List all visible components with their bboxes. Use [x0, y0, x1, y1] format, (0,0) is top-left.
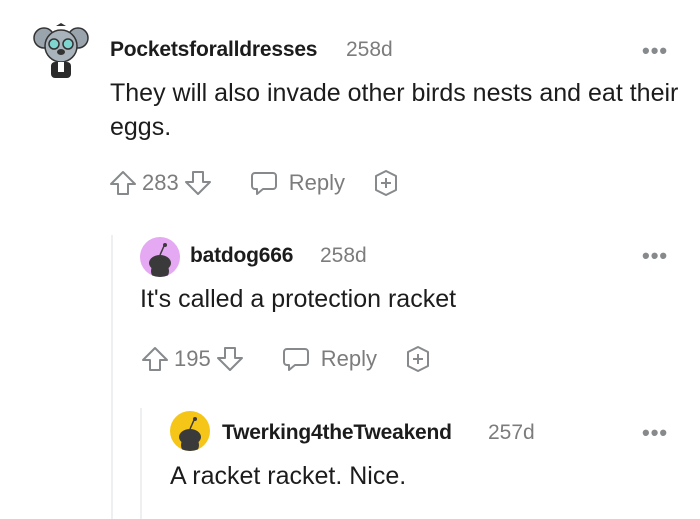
comment-body: They will also invade other birds nests … [110, 79, 679, 141]
snoo-avatar-icon[interactable] [170, 411, 210, 451]
reply-label: Reply [288, 170, 345, 195]
award-icon[interactable] [403, 344, 433, 374]
reply-button[interactable]: Reply [249, 168, 345, 198]
downvote-icon[interactable] [183, 168, 213, 198]
reply-button[interactable]: Reply [281, 344, 377, 374]
vote-score: 283 [142, 170, 179, 195]
reply-bubble-icon [282, 348, 309, 371]
comment-age[interactable]: 257d [488, 421, 535, 445]
snoo-avatar-icon[interactable] [140, 237, 180, 277]
vote-score: 195 [174, 346, 211, 371]
award-icon[interactable] [371, 168, 401, 198]
comment-actions: 195 Reply [140, 344, 433, 374]
koala-avatar-icon[interactable] [32, 22, 90, 80]
comment-body: It's called a protection racket [140, 285, 457, 313]
more-options-button[interactable]: ••• [642, 245, 668, 267]
comment-age[interactable]: 258d [320, 244, 367, 268]
downvote-icon[interactable] [215, 344, 245, 374]
comment-3: Twerking4theTweakend 257d ••• A racket r… [0, 405, 700, 519]
more-options-button[interactable]: ••• [642, 422, 668, 444]
comment-author[interactable]: Pocketsforalldresses [110, 38, 317, 62]
comment-actions: 283 Reply [108, 168, 401, 198]
more-options-button[interactable]: ••• [642, 40, 668, 62]
upvote-icon[interactable] [108, 168, 138, 198]
comment-author[interactable]: batdog666 [190, 244, 293, 268]
comment-1: Pocketsforalldresses 258d ••• They will … [0, 0, 700, 230]
comment-age[interactable]: 258d [346, 38, 393, 62]
reply-label: Reply [320, 346, 377, 371]
comment-2: batdog666 258d ••• It's called a protect… [0, 230, 700, 405]
comment-author[interactable]: Twerking4theTweakend [222, 421, 452, 445]
reply-bubble-icon [250, 172, 277, 195]
upvote-icon[interactable] [140, 344, 170, 374]
comment-body: A racket racket. Nice. [170, 462, 407, 490]
